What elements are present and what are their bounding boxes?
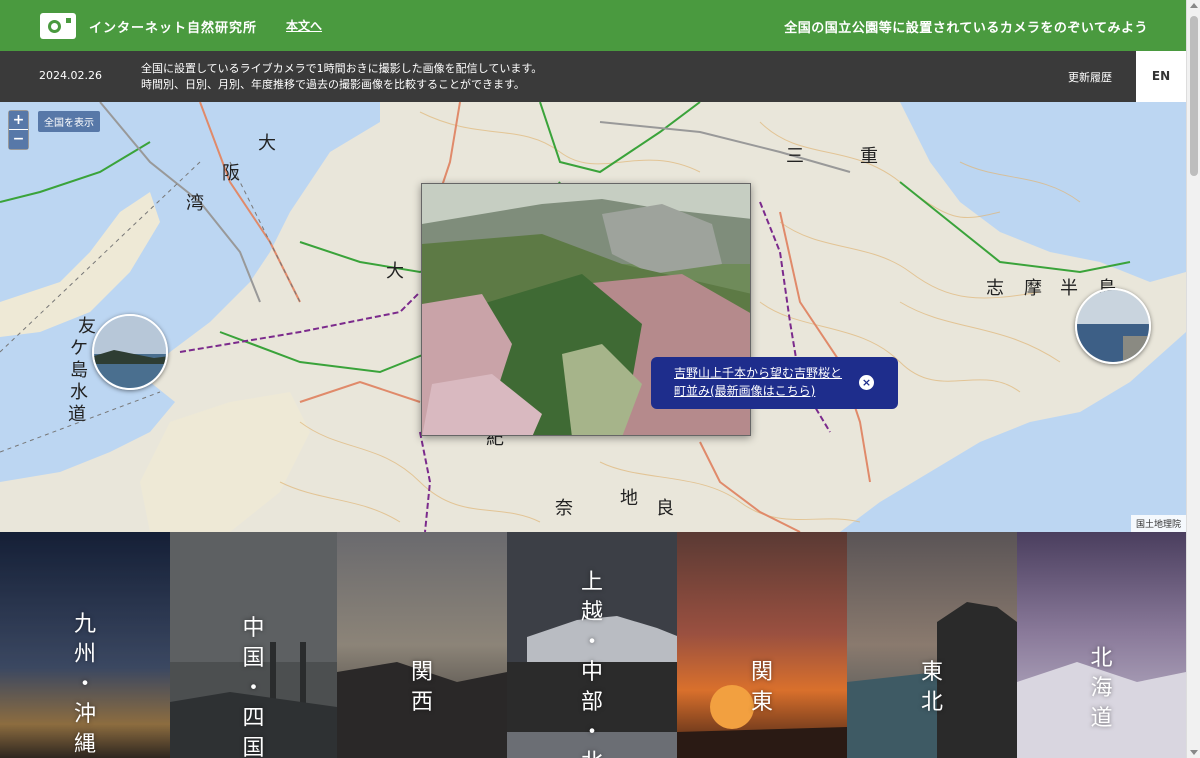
region-image [847, 532, 1017, 758]
region-kanto[interactable]: 関東 [677, 532, 847, 758]
map-label: 奈 [555, 498, 573, 519]
camera-callout: 吉野山上千本から望む吉野桜と町並み(最新画像はこちら) × [651, 357, 898, 409]
description-line-1: 全国に設置しているライブカメラで1時間おきに撮影した画像を配信しています。 [141, 62, 543, 75]
region-hokkaido[interactable]: 北海道 [1017, 532, 1186, 758]
camera-map[interactable]: 大 阪 湾 三 重 大 志 摩 半 島 友 ケ 島 水 道 紀 奈 良 地 + … [0, 102, 1186, 532]
close-icon[interactable]: × [859, 375, 874, 390]
map-label: ケ [70, 338, 88, 359]
map-label: 阪 [222, 163, 240, 184]
region-label: 東北 [920, 660, 943, 715]
map-label: 摩 [1024, 278, 1042, 299]
zoom-out-button[interactable]: − [9, 130, 28, 149]
scrollbar-thumb[interactable] [1190, 16, 1198, 176]
region-list: 九州・沖縄 中国・四国 関西 上 越 ・ 中 部 ・ 関 東 東 北 北 海 道 [0, 532, 1186, 758]
region-label: 上越・中部・北 [580, 570, 603, 758]
map-label: 湾 [186, 193, 204, 214]
region-kyushu-okinawa[interactable]: 九州・沖縄 [0, 532, 170, 758]
update-history-link[interactable]: 更新履歴 [1068, 69, 1112, 85]
scroll-down-arrow-icon[interactable] [1190, 750, 1198, 755]
camera-logo-icon[interactable] [40, 13, 76, 39]
zoom-in-button[interactable]: + [9, 111, 28, 130]
camera-thumbnail-tomogashima[interactable] [92, 314, 168, 390]
region-label: 北海道 [1090, 646, 1113, 731]
camera-image [94, 316, 166, 388]
region-kansai[interactable]: 関西 [337, 532, 507, 758]
map-label: 道 [68, 404, 86, 425]
show-all-japan-button[interactable]: 全国を表示 [38, 111, 100, 132]
map-attribution[interactable]: 国土地理院 [1130, 515, 1186, 532]
map-label: 半 [1060, 278, 1078, 299]
camera-image [1077, 290, 1149, 362]
region-joetsu-chubu-hokuriku[interactable]: 上越・中部・北 [507, 532, 677, 758]
map-label: 志 [986, 278, 1004, 299]
map-label: 三 [786, 146, 804, 167]
map-label: 水 [70, 382, 88, 403]
map-label: 重 [860, 146, 878, 167]
site-tagline: 全国の国立公園等に設置されているカメラをのぞいてみよう [784, 21, 1148, 36]
language-en-button[interactable]: EN [1136, 51, 1186, 102]
info-bar: 2024.02.26 全国に設置しているライブカメラで1時間おきに撮影した画像を… [0, 51, 1186, 102]
scroll-up-arrow-icon[interactable] [1190, 3, 1198, 8]
site-header: インターネット自然研究所 本文へ 全国の国立公園等に設置されているカメラをのぞい… [0, 0, 1186, 51]
region-chugoku-shikoku[interactable]: 中国・四国 [170, 532, 337, 758]
region-label: 関東 [750, 660, 773, 715]
latest-image-link[interactable]: 吉野山上千本から望む吉野桜と町並み(最新画像はこちら) [674, 364, 849, 400]
region-label: 九州・沖縄 [73, 612, 96, 757]
site-description: 全国に設置しているライブカメラで1時間おきに撮影した画像を配信しています。 時間… [141, 61, 542, 93]
map-label: 大 [258, 133, 276, 154]
skip-to-content-link[interactable]: 本文へ [286, 17, 322, 34]
site-name[interactable]: インターネット自然研究所 [89, 17, 257, 36]
region-image [677, 532, 847, 758]
description-line-2: 時間別、日別、月別、年度推移で過去の撮影画像を比較することができます。 [141, 78, 525, 91]
camera-thumbnail-shima[interactable] [1075, 288, 1151, 364]
map-label: 地 [620, 488, 638, 509]
map-label: 良 [656, 498, 674, 519]
map-label: 島 [70, 360, 88, 381]
page-scrollbar[interactable] [1186, 0, 1200, 758]
region-tohoku[interactable]: 東北 [847, 532, 1017, 758]
region-label: 関西 [410, 660, 433, 715]
update-date: 2024.02.26 [39, 69, 102, 82]
region-image [337, 532, 507, 758]
region-label: 中国・四国 [242, 616, 265, 758]
map-label: 大 [386, 261, 404, 282]
map-zoom-control: + − [8, 110, 29, 150]
